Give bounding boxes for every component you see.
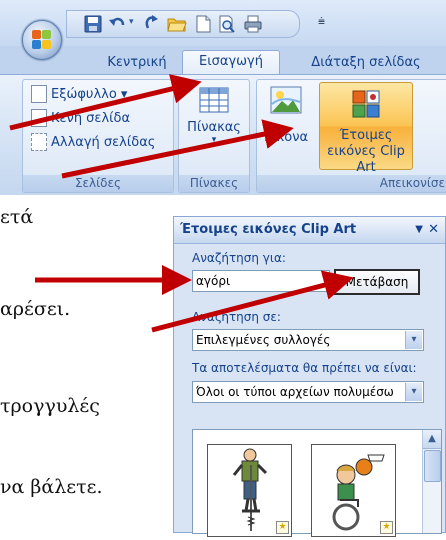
media-type-select[interactable]: Όλοι οι τύποι αρχείων πολυμέσω ▾ [192, 381, 424, 403]
undo-dropdown-icon[interactable]: ▾ [129, 17, 134, 27]
tables-group: Πίνακας ▾ Πίνακες [178, 79, 250, 193]
blank-page-label: Κενή σελίδα [51, 111, 131, 126]
clip-art-results: ★ ★ ▲ [192, 429, 442, 537]
chevron-down-icon[interactable]: ▾ [405, 383, 422, 401]
tab-home[interactable]: Κεντρική [92, 52, 182, 74]
table-label: Πίνακας [187, 120, 241, 135]
undo-icon[interactable] [107, 14, 127, 34]
star-icon: ★ [380, 521, 393, 534]
pages-group: Εξώφυλλο ▾ Κενή σελίδα Αλλαγή σελίδας Σε… [22, 79, 174, 193]
tables-group-label: Πίνακες [179, 175, 249, 192]
page-break-label: Αλλαγή σελίδας [51, 135, 156, 150]
clip-art-thumbnail[interactable]: ★ [207, 444, 292, 537]
table-dropdown-icon: ▾ [211, 135, 217, 145]
pane-menu-icon[interactable]: ▼ [415, 217, 423, 243]
page-break-icon [31, 132, 47, 151]
save-icon[interactable] [83, 14, 103, 34]
cover-page-icon [31, 84, 47, 103]
cover-page-label: Εξώφυλλο ▾ [51, 87, 128, 102]
go-button[interactable]: Μετάβαση [334, 269, 420, 295]
tab-insert[interactable]: Εισαγωγή [182, 50, 280, 76]
customize-qat-icon[interactable]: ⩧ [318, 14, 325, 29]
document-text-line-1: ετά [0, 206, 34, 228]
clip-art-label-line2: εικόνες Clip Art [327, 144, 405, 175]
illustrations-group: Εικόνα Έτοιμες εικόνες Clip Art Απεικονί… [256, 79, 446, 193]
search-input[interactable]: αγόρι [192, 270, 330, 292]
tab-page-layout[interactable]: Διάταξη σελίδας [296, 52, 436, 74]
chevron-down-icon[interactable]: ▾ [405, 331, 422, 349]
search-for-label: Αναζήτηση για: [192, 251, 286, 265]
clip-art-icon [352, 90, 380, 118]
picture-label: Εικόνα [263, 130, 309, 145]
table-button[interactable]: Πίνακας ▾ [182, 84, 246, 145]
clip-art-task-pane: Έτοιμες εικόνες Clip Art ▼ ✕ Αναζήτηση γ… [173, 216, 446, 537]
pages-group-label: Σελίδες [23, 175, 173, 192]
word-ribbon: ▾ ⩧ Κεντρική Εισαγωγή Διάταξη σελίδας Εξ… [0, 0, 446, 195]
quick-access-toolbar: ▾ [66, 10, 300, 38]
print-preview-icon[interactable] [217, 14, 237, 34]
results-scrollbar[interactable]: ▲ [422, 430, 441, 533]
picture-button[interactable]: Εικόνα [261, 84, 311, 145]
close-icon[interactable]: ✕ [428, 217, 439, 243]
document-text-line-3: τρογγυλές [0, 395, 100, 417]
clip-art-label-line1: Έτοιμες [339, 128, 393, 143]
document-text-line-2: αρέσει. [0, 298, 71, 320]
media-type-value: Όλοι οι τύποι αρχείων πολυμέσω [196, 385, 394, 399]
task-pane-title: Έτοιμες εικόνες Clip Art [174, 217, 445, 244]
ribbon-panel: Εξώφυλλο ▾ Κενή σελίδα Αλλαγή σελίδας Σε… [0, 74, 446, 195]
print-icon[interactable] [243, 14, 263, 34]
table-icon [199, 87, 229, 113]
search-in-label: Αναζήτηση σε: [192, 310, 281, 324]
blank-page-button[interactable]: Κενή σελίδα [31, 108, 130, 130]
open-folder-icon[interactable] [167, 14, 187, 34]
search-in-value: Επιλεγμένες συλλογές [196, 333, 331, 347]
clip-art-thumbnail[interactable]: ★ [311, 444, 396, 537]
ribbon-tabs: Κεντρική Εισαγωγή Διάταξη σελίδας [0, 46, 446, 76]
results-should-be-label: Τα αποτελέσματα θα πρέπει να είναι: [192, 361, 417, 375]
picture-icon [270, 86, 302, 114]
redo-icon[interactable] [141, 14, 161, 34]
scroll-up-icon[interactable]: ▲ [423, 430, 441, 449]
star-icon: ★ [276, 521, 289, 534]
scrollbar-thumb[interactable] [424, 450, 441, 482]
cover-page-button[interactable]: Εξώφυλλο ▾ [31, 84, 127, 106]
new-document-icon[interactable] [193, 14, 213, 34]
document-text-line-4: να βάλετε. [0, 476, 103, 498]
clip-art-button[interactable]: Έτοιμες εικόνες Clip Art [319, 82, 413, 175]
illustrations-group-label: Απεικονίσε [257, 175, 446, 192]
search-in-select[interactable]: Επιλεγμένες συλλογές ▾ [192, 329, 424, 351]
page-break-button[interactable]: Αλλαγή σελίδας [31, 132, 155, 154]
blank-page-icon [31, 108, 47, 127]
